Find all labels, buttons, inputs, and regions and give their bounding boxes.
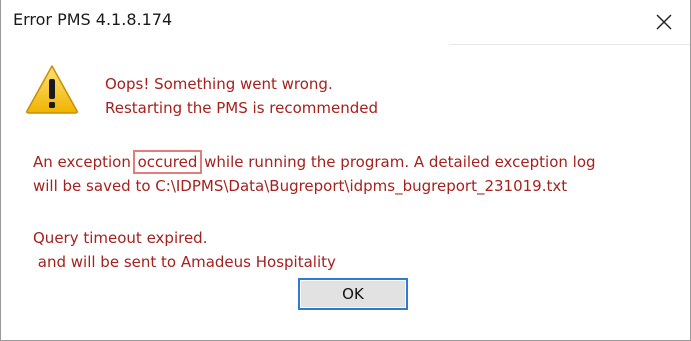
detail-text-after: while running the program. A detailed ex… [199,153,596,171]
highlighted-word: occured [132,150,203,174]
query-line-2: and will be sent to Amadeus Hospitality [33,253,336,271]
error-dialog: Error PMS 4.1.8.174 Oops! Something went… [0,0,691,341]
query-message: Query timeout expired. and will be sent … [33,226,336,274]
query-line-1: Query timeout expired. [33,229,208,247]
headline-line-1: Oops! Something went wrong. [105,75,333,93]
detail-text-before: An exception [33,153,136,171]
close-icon [656,14,672,30]
error-detail: An exception occured while running the p… [33,150,596,198]
headline-line-2: Restarting the PMS is recommended [105,99,379,117]
close-button[interactable] [644,4,684,40]
window-title: Error PMS 4.1.8.174 [13,10,173,29]
title-bar[interactable]: Error PMS 4.1.8.174 [1,0,690,44]
ok-button[interactable]: OK [298,278,408,310]
title-divider [449,44,690,45]
detail-line-2: will be saved to C:\IDPMS\Data\Bugreport… [33,177,568,195]
warning-triangle-icon [26,65,78,114]
detail-line-1: An exception occured while running the p… [33,150,596,174]
error-headline: Oops! Something went wrong. Restarting t… [105,72,378,120]
